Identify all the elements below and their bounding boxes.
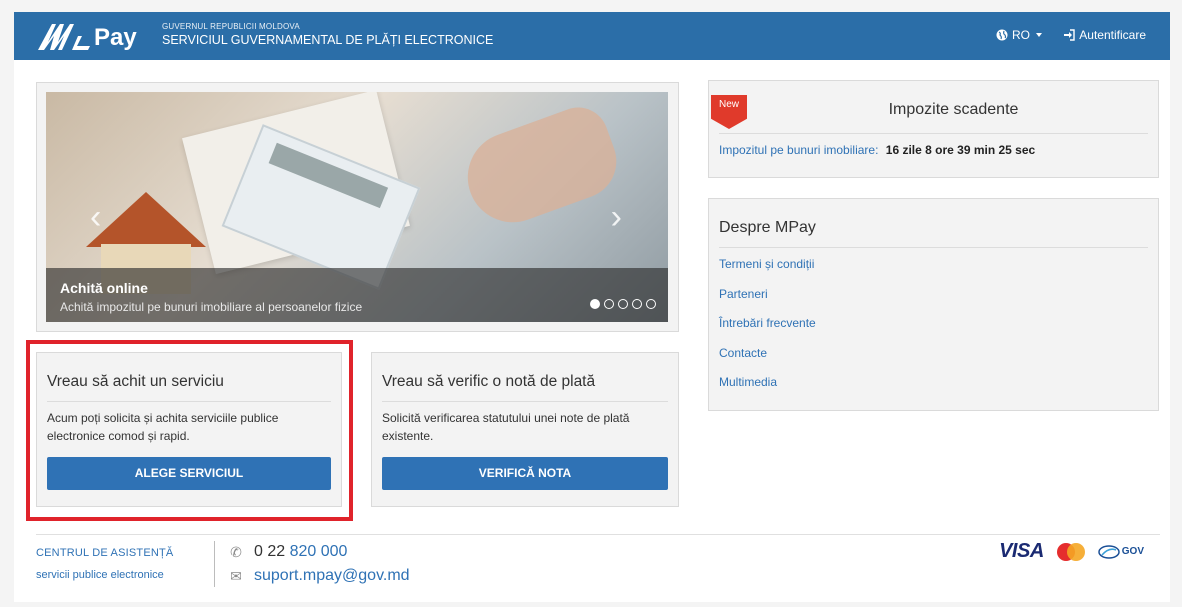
carousel-next-icon[interactable]: › [611, 200, 622, 234]
language-dropdown[interactable]: RO [996, 28, 1042, 42]
carousel-prev-icon[interactable]: ‹ [90, 200, 101, 234]
email-row: ✉ suport.mpay@gov.md [228, 564, 410, 588]
brand: GUVERNUL REPUBLICII MOLDOVA SERVICIUL GU… [162, 22, 493, 47]
phone-icon: ✆ [230, 544, 242, 560]
carousel-title: Achită online [60, 280, 148, 296]
carousel-panel: Achită online Achită impozitul pe bunuri… [36, 82, 679, 332]
envelope-icon: ✉ [230, 568, 242, 584]
about-title: Despre MPay [719, 219, 816, 236]
help-center[interactable]: CENTRUL DE ASISTENȚĂ servicii publice el… [36, 542, 173, 586]
divider [719, 247, 1148, 248]
carousel-subtitle: Achită impozitul pe bunuri imobiliare al… [60, 300, 363, 314]
org-name: SERVICIUL GUVERNAMENTAL DE PLĂȚI ELECTRO… [162, 33, 494, 47]
footer-divider [36, 534, 1160, 535]
due-taxes-title: Impozite scadente [888, 101, 1019, 118]
language-label: RO [1012, 28, 1030, 42]
help-center-title: CENTRUL DE ASISTENȚĂ [36, 547, 174, 559]
divider [719, 133, 1148, 134]
globe-icon [996, 29, 1008, 41]
phone-row: ✆ 0 22 820 000 [228, 540, 410, 564]
verify-note-title: Vreau să verific o notă de plată [382, 373, 596, 390]
divider [382, 401, 668, 402]
carousel-dot-2[interactable] [604, 299, 614, 309]
logo-text: Pay [94, 24, 137, 51]
contacts-link[interactable]: Contacte [719, 346, 816, 376]
top-bar: Pay GUVERNUL REPUBLICII MOLDOVA SERVICIU… [14, 12, 1170, 60]
faq-link[interactable]: Întrebări frecvente [719, 316, 816, 346]
carousel-image-house-roof [86, 192, 206, 247]
phone-number-main: 820 000 [289, 543, 348, 560]
mastercard-logo-icon [1056, 542, 1085, 561]
about-panel: Despre MPay Termeni și condiții Partener… [708, 198, 1159, 411]
login-link[interactable]: Autentificare [1063, 28, 1146, 42]
org-name-small: GUVERNUL REPUBLICII MOLDOVA [162, 22, 300, 31]
contact-info: ✆ 0 22 820 000 ✉ suport.mpay@gov.md [228, 540, 410, 588]
partners-link[interactable]: Parteneri [719, 287, 816, 317]
phone-number[interactable]: 0 22 820 000 [254, 540, 347, 564]
login-label: Autentificare [1079, 28, 1146, 42]
mgov-logo-icon [1098, 544, 1120, 559]
mgov-logo: GOV [1098, 544, 1144, 560]
chevron-down-icon [1036, 33, 1042, 37]
terms-link[interactable]: Termeni și condiții [719, 257, 816, 287]
gov-text: GOV [1121, 546, 1144, 557]
highlight-box [26, 340, 353, 521]
about-links: Termeni și condiții Parteneri Întrebări … [719, 257, 816, 405]
property-tax-link[interactable]: Impozitul pe bunuri imobiliare: [719, 143, 878, 157]
verify-note-description: Solicită verificarea statutului unei not… [382, 411, 630, 443]
sign-in-icon [1064, 29, 1075, 41]
help-center-subtitle: servicii publice electronice [36, 569, 164, 581]
verify-note-button[interactable]: VERIFICĂ NOTA [382, 457, 668, 490]
new-badge: New [711, 95, 747, 129]
due-taxes-panel: New Impozite scadente Impozitul pe bunur… [708, 80, 1159, 178]
carousel-dot-4[interactable] [632, 299, 642, 309]
tax-row: Impozitul pe bunuri imobiliare: 16 zile … [719, 143, 1035, 157]
verify-note-card: Vreau să verific o notă de plată Solicit… [371, 352, 679, 507]
carousel-dot-1[interactable] [590, 299, 600, 309]
carousel-indicators [590, 299, 656, 309]
carousel-image-hand [455, 99, 627, 235]
payment-logos: VISA GOV [999, 540, 1144, 563]
footer-separator [214, 541, 215, 587]
mpay-logo-icon: Pay [38, 24, 137, 51]
carousel[interactable]: Achită online Achită impozitul pe bunuri… [46, 92, 668, 322]
visa-logo: VISA [999, 540, 1044, 562]
multimedia-link[interactable]: Multimedia [719, 375, 816, 405]
phone-prefix: 0 22 [254, 543, 290, 560]
carousel-dot-5[interactable] [646, 299, 656, 309]
page: Pay GUVERNUL REPUBLICII MOLDOVA SERVICIU… [14, 12, 1170, 602]
support-email[interactable]: suport.mpay@gov.md [254, 564, 410, 588]
carousel-dot-3[interactable] [618, 299, 628, 309]
mpay-logo[interactable]: Pay [34, 18, 154, 54]
tax-countdown: 16 zile 8 ore 39 min 25 sec [885, 143, 1036, 157]
